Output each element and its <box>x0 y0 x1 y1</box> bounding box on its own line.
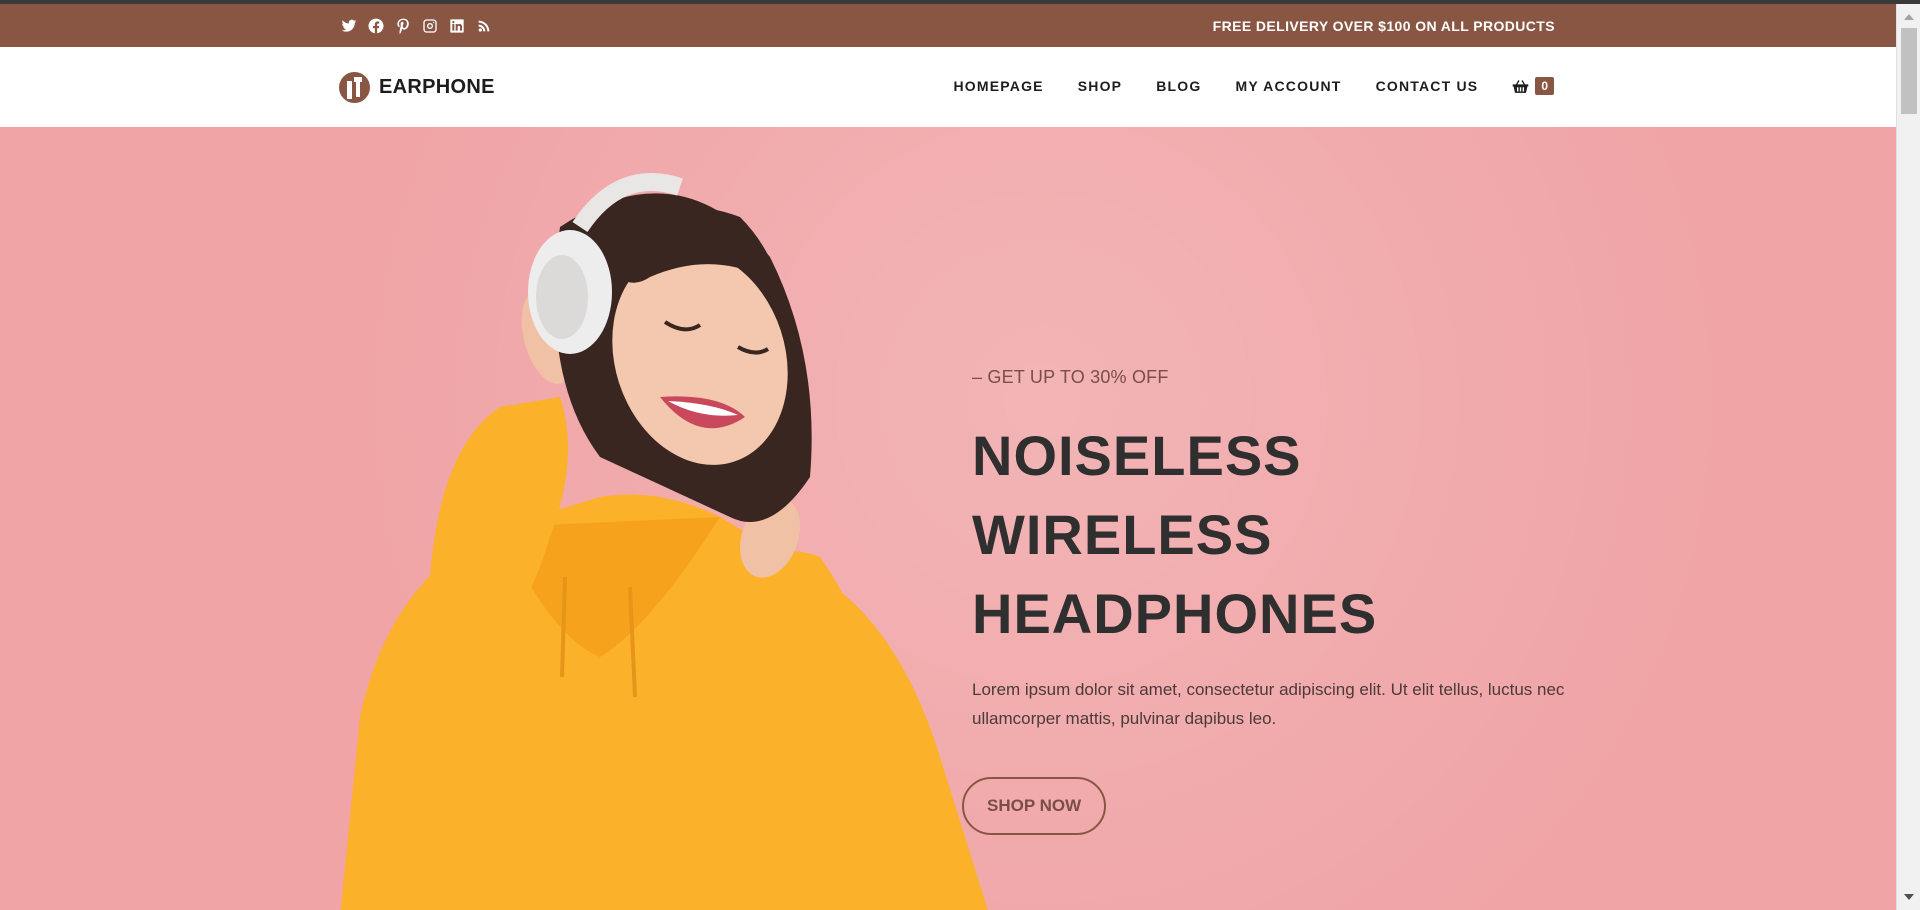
logo[interactable]: EARPHONE <box>339 72 495 103</box>
headline-line-2: WIRELESS <box>972 503 1273 566</box>
social-links <box>339 16 493 35</box>
nav-blog[interactable]: BLOG <box>1156 78 1201 94</box>
nav-my-account[interactable]: MY ACCOUNT <box>1235 78 1341 94</box>
logo-text: EARPHONE <box>379 76 495 98</box>
headline-line-1: NOISELESS <box>972 424 1302 487</box>
hero-image-woman-with-headphones <box>340 173 988 910</box>
nav-shop[interactable]: SHOP <box>1078 78 1122 94</box>
linkedin-icon[interactable] <box>447 16 466 35</box>
promo-text: FREE DELIVERY OVER $100 ON ALL PRODUCTS <box>1212 18 1555 34</box>
pinterest-icon[interactable] <box>393 16 412 35</box>
cart-button[interactable]: 0 <box>1512 77 1554 95</box>
cart-count-badge: 0 <box>1535 77 1554 95</box>
hero-section: – GET UP TO 30% OFF NOISELESS WIRELESS H… <box>0 127 1896 910</box>
basket-icon <box>1513 79 1529 93</box>
hero-description: Lorem ipsum dolor sit amet, consectetur … <box>972 680 1565 728</box>
twitter-icon[interactable] <box>339 16 358 35</box>
shop-now-button[interactable]: SHOP NOW <box>962 777 1107 835</box>
hero-eyebrow: – GET UP TO 30% OFF <box>972 367 1169 387</box>
page-scrollbar[interactable] <box>1896 4 1920 910</box>
headline-line-3: HEADPHONES <box>972 582 1378 645</box>
hero-headline: NOISELESS WIRELESS HEADPHONES <box>972 416 1632 653</box>
facebook-icon[interactable] <box>366 16 385 35</box>
scroll-thumb[interactable] <box>1901 28 1917 114</box>
site-header: EARPHONE HOMEPAGE SHOP BLOG MY ACCOUNT C… <box>0 47 1896 127</box>
nav-homepage[interactable]: HOMEPAGE <box>953 78 1043 94</box>
nav-contact-us[interactable]: CONTACT US <box>1376 78 1479 94</box>
hero-copy: – GET UP TO 30% OFF NOISELESS WIRELESS H… <box>962 367 1632 835</box>
scroll-up-arrow-icon[interactable] <box>1904 14 1914 20</box>
logo-icon <box>339 72 370 103</box>
scroll-down-arrow-icon[interactable] <box>1904 894 1914 900</box>
main-nav: HOMEPAGE SHOP BLOG MY ACCOUNT CONTACT US… <box>953 77 1554 95</box>
top-bar: FREE DELIVERY OVER $100 ON ALL PRODUCTS <box>0 4 1896 47</box>
instagram-icon[interactable] <box>420 16 439 35</box>
rss-icon[interactable] <box>474 16 493 35</box>
